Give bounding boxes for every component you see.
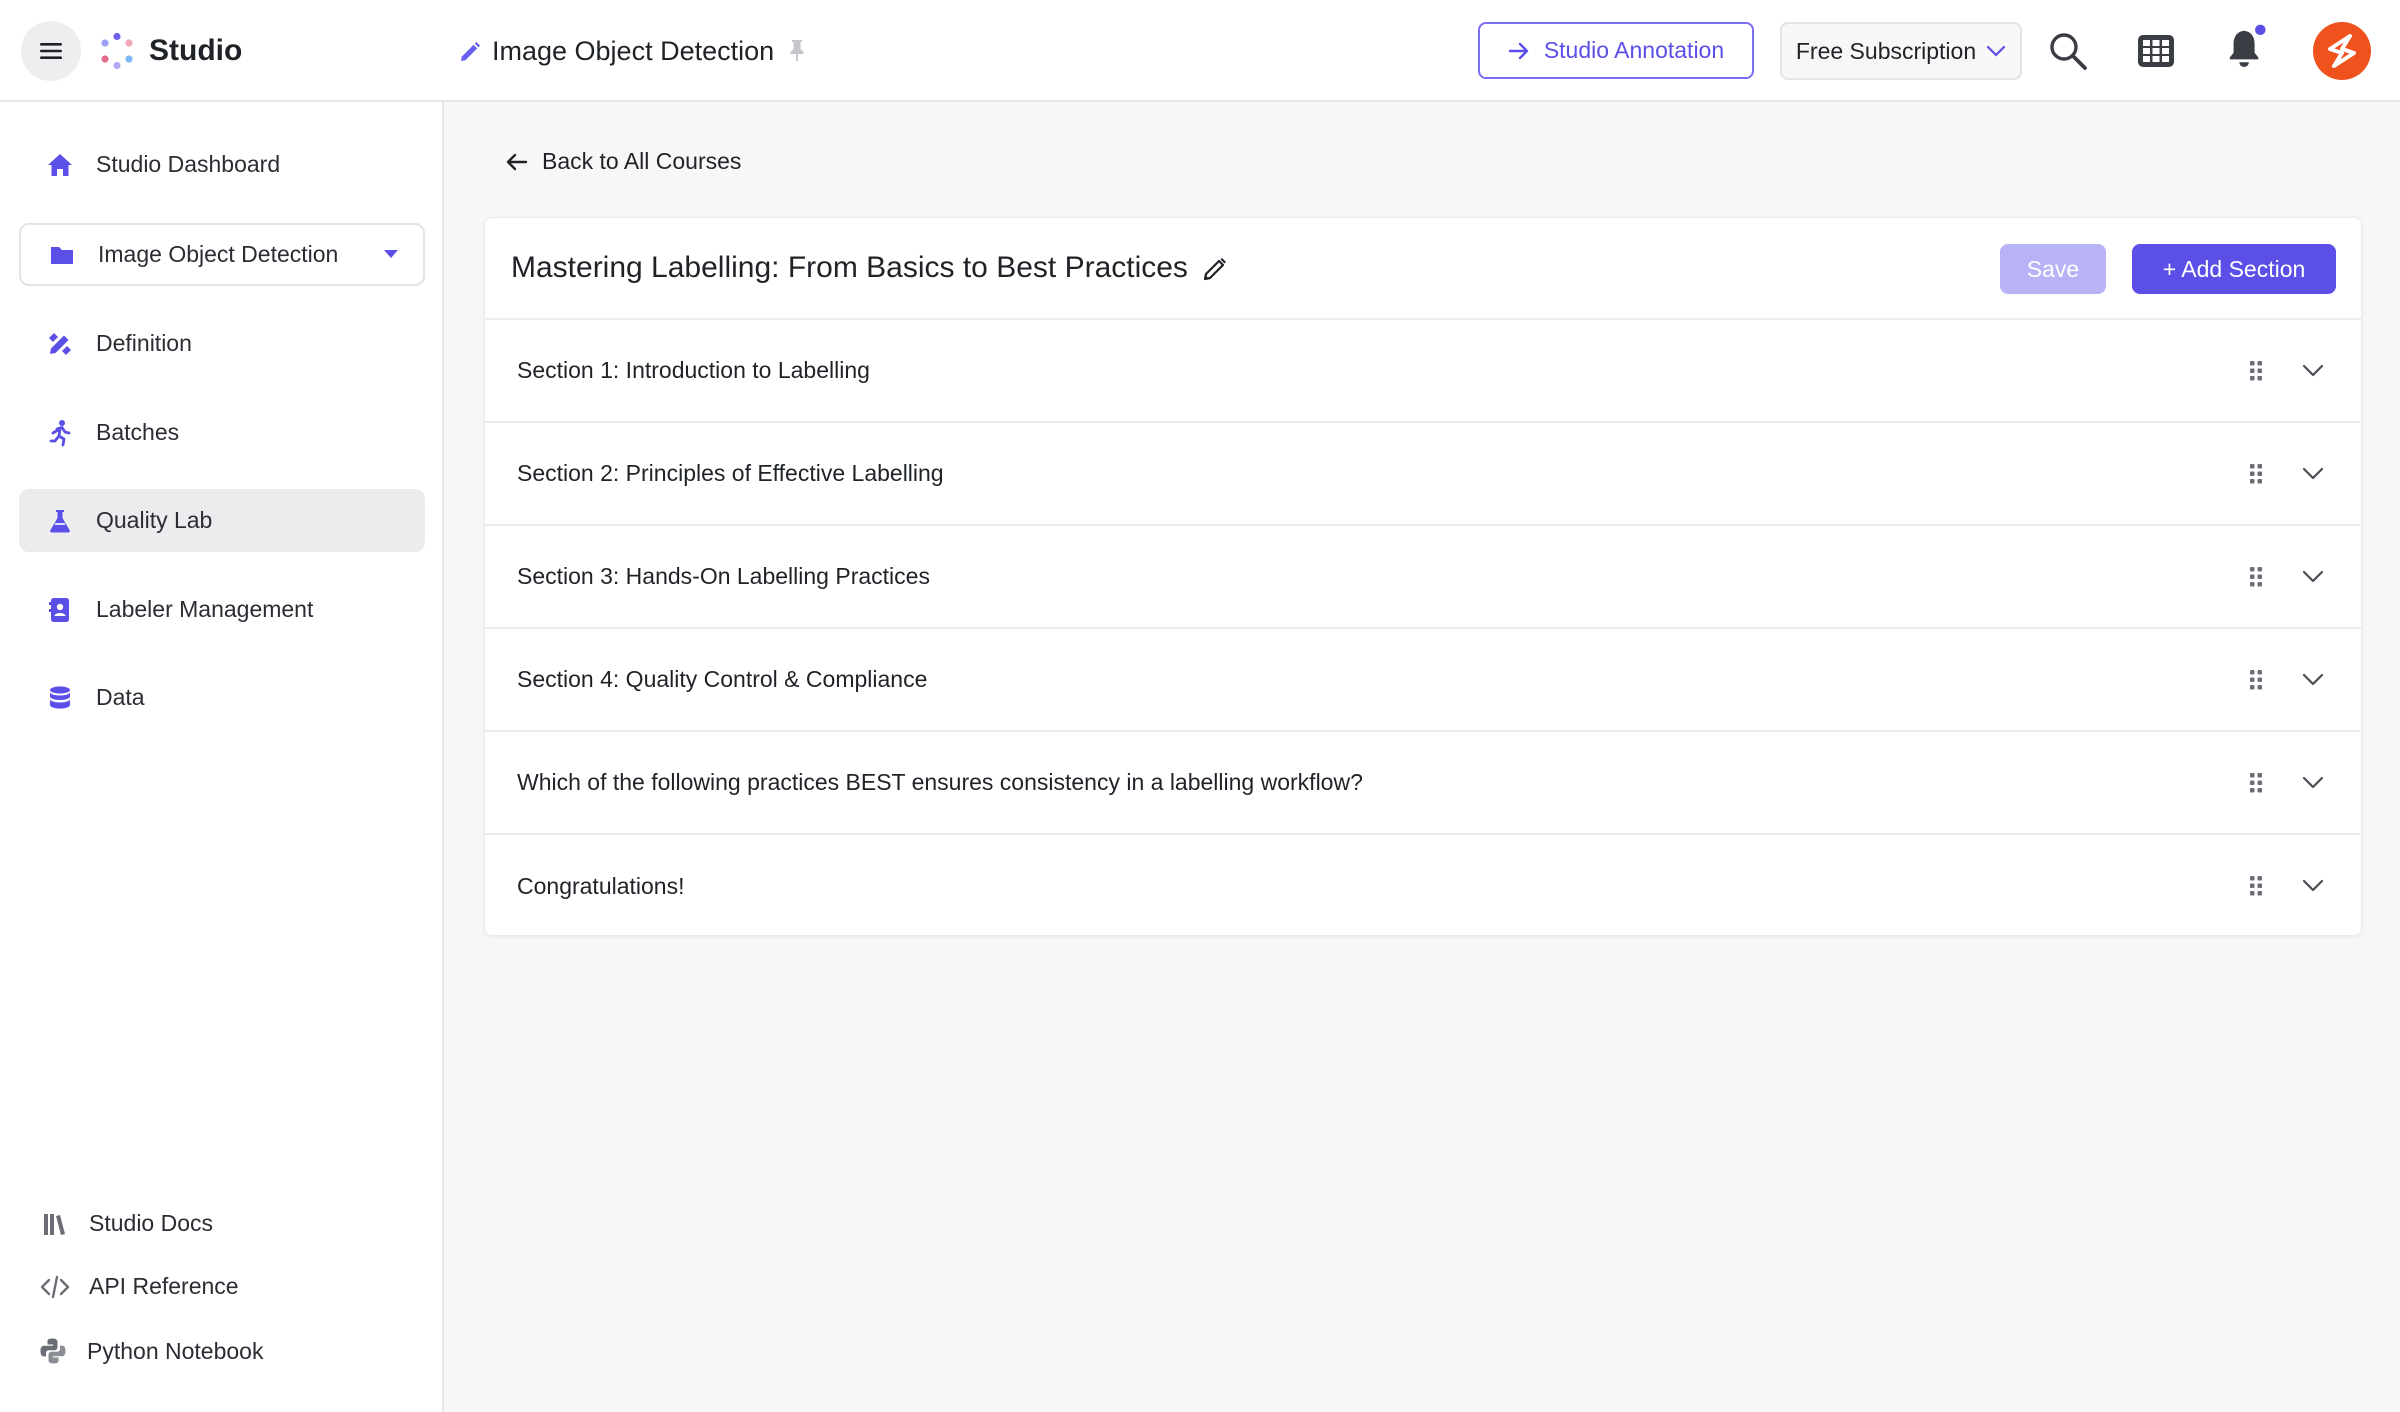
section-row[interactable]: Section 4: Quality Control & Compliance	[485, 629, 2361, 732]
section-title: Section 4: Quality Control & Compliance	[517, 666, 928, 692]
avatar-logo-icon	[2328, 34, 2356, 68]
library-icon	[40, 1211, 70, 1237]
studio-annotation-button[interactable]: Studio Annotation	[1478, 22, 1754, 79]
drag-handle-icon[interactable]	[2248, 462, 2264, 486]
chevron-down-icon[interactable]	[2301, 667, 2325, 691]
course-card-header: Mastering Labelling: From Basics to Best…	[485, 218, 2361, 320]
chevron-down-icon[interactable]	[2301, 564, 2325, 588]
section-title: Section 3: Hands-On Labelling Practices	[517, 563, 930, 589]
sidebar-item-labeler-management[interactable]: Labeler Management	[19, 578, 425, 641]
sidebar-footer-studio-docs[interactable]: Studio Docs	[40, 1210, 213, 1237]
footer-link-label: Studio Docs	[89, 1210, 214, 1236]
sidebar-item-data[interactable]: Data	[19, 666, 425, 729]
flask-icon	[43, 508, 77, 534]
top-bar: Studio Image Object Detection Studio Ann…	[0, 0, 2400, 102]
search-button[interactable]	[2047, 30, 2089, 72]
studio-annotation-label: Studio Annotation	[1543, 37, 1725, 63]
chevron-down-icon[interactable]	[2301, 461, 2325, 485]
code-icon	[40, 1275, 70, 1299]
sidebar-footer-api-reference[interactable]: API Reference	[40, 1273, 239, 1300]
sidebar-item-label: Data	[96, 684, 145, 710]
hamburger-icon	[40, 43, 62, 59]
section-title: Section 1: Introduction to Labelling	[517, 357, 870, 383]
drag-handle-icon[interactable]	[2248, 359, 2264, 383]
section-title: Which of the following practices BEST en…	[517, 769, 1363, 795]
apps-grid-button[interactable]	[2135, 30, 2177, 72]
section-title: Section 2: Principles of Effective Label…	[517, 460, 944, 486]
drag-handle-icon[interactable]	[2248, 565, 2264, 589]
arrow-left-icon	[506, 153, 528, 170]
sidebar-item-label: Image Object Detection	[98, 241, 339, 267]
edit-title-pencil-icon[interactable]	[1202, 256, 1228, 282]
section-row[interactable]: Section 2: Principles of Effective Label…	[485, 423, 2361, 526]
pin-icon[interactable]	[787, 38, 807, 62]
save-button[interactable]: Save	[2000, 244, 2106, 294]
footer-link-label: Python Notebook	[87, 1337, 264, 1364]
sidebar-item-label: Definition	[96, 330, 192, 356]
sidebar: Studio Dashboard Image Object Detection …	[0, 102, 444, 1412]
sidebar-footer-python-notebook[interactable]: Python Notebook	[38, 1337, 263, 1365]
project-title: Image Object Detection	[492, 36, 775, 66]
search-icon	[2050, 33, 2087, 70]
back-to-courses-link[interactable]: Back to All Courses	[506, 148, 741, 175]
notifications-button[interactable]	[2225, 24, 2267, 68]
studio-logo-icon	[101, 32, 133, 70]
subscription-dropdown[interactable]: Free Subscription	[1780, 22, 2022, 80]
bell-icon	[2229, 24, 2266, 68]
edit-pencil-icon[interactable]	[458, 40, 482, 64]
section-row[interactable]: Section 3: Hands-On Labelling Practices	[485, 526, 2361, 629]
chevron-down-icon	[1987, 45, 2006, 57]
section-title: Congratulations!	[517, 873, 685, 899]
chevron-down-icon[interactable]	[2301, 873, 2325, 897]
database-icon	[43, 685, 77, 711]
brand-name: Studio	[149, 34, 243, 67]
pencil-ruler-icon	[43, 330, 77, 358]
sidebar-item-label: Studio Dashboard	[96, 151, 281, 177]
sidebar-item-label: Labeler Management	[96, 596, 314, 622]
course-title: Mastering Labelling: From Basics to Best…	[511, 251, 1188, 284]
home-icon	[43, 152, 77, 178]
running-icon	[43, 419, 77, 447]
drag-handle-icon[interactable]	[2248, 668, 2264, 692]
section-row[interactable]: Section 1: Introduction to Labelling	[485, 320, 2361, 423]
python-icon	[38, 1337, 68, 1365]
grid-icon	[2138, 35, 2174, 67]
footer-link-label: API Reference	[89, 1273, 239, 1299]
sidebar-item-batches[interactable]: Batches	[19, 401, 425, 464]
drag-handle-icon[interactable]	[2248, 771, 2264, 795]
back-link-label: Back to All Courses	[542, 148, 742, 174]
section-row[interactable]: Congratulations!	[485, 835, 2361, 938]
subscription-label: Free Subscription	[1795, 37, 1977, 64]
hamburger-menu-button[interactable]	[21, 21, 81, 81]
folder-icon	[45, 244, 79, 266]
sidebar-item-studio-dashboard[interactable]: Studio Dashboard	[19, 133, 425, 196]
caret-down-icon	[384, 250, 398, 258]
user-avatar[interactable]	[2313, 22, 2371, 80]
sidebar-item-definition[interactable]: Definition	[19, 312, 425, 375]
drag-handle-icon[interactable]	[2248, 874, 2264, 898]
arrow-right-icon	[1508, 42, 1529, 59]
sidebar-item-image-object-detection[interactable]: Image Object Detection	[19, 223, 425, 286]
sidebar-item-label: Quality Lab	[96, 507, 213, 533]
sidebar-item-quality-lab[interactable]: Quality Lab	[19, 489, 425, 552]
contact-book-icon	[43, 597, 77, 623]
course-card: Mastering Labelling: From Basics to Best…	[484, 217, 2362, 936]
section-row[interactable]: Which of the following practices BEST en…	[485, 732, 2361, 835]
chevron-down-icon[interactable]	[2301, 358, 2325, 382]
sidebar-item-label: Batches	[96, 419, 180, 445]
chevron-down-icon[interactable]	[2301, 770, 2325, 794]
add-section-button[interactable]: + Add Section	[2132, 244, 2336, 294]
